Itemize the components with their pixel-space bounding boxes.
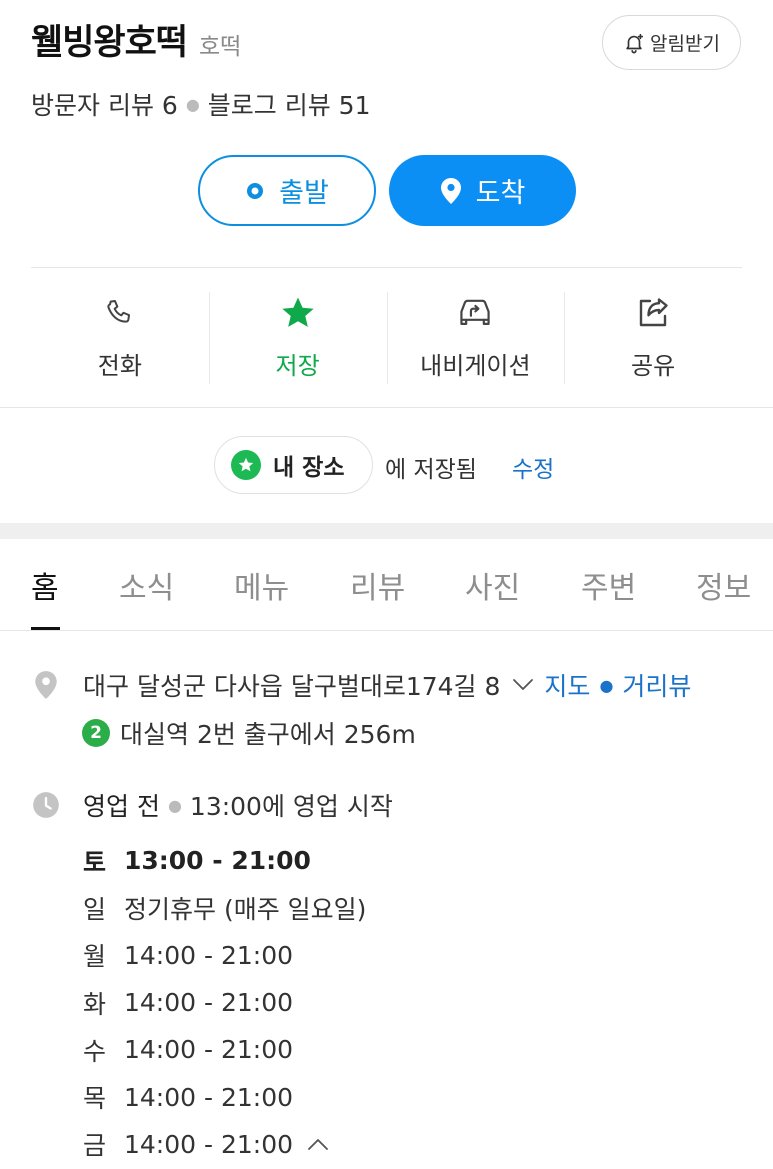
bell-plus-icon	[626, 33, 644, 53]
title-row: 웰빙왕호떡 호떡	[31, 14, 241, 65]
share-action[interactable]: 공유	[564, 292, 742, 384]
schedule-row: 금 14:00 - 21:00	[83, 1121, 366, 1168]
clock-icon	[31, 791, 61, 819]
review-summary: 방문자 리뷰 6 ● 블로그 리뷰 51	[31, 86, 371, 122]
location-pin-icon	[440, 177, 461, 204]
edit-link[interactable]: 수정	[512, 450, 554, 484]
schedule-time: 14:00 - 21:00	[124, 1082, 294, 1112]
map-pin-icon	[31, 670, 61, 700]
place-header: 웰빙왕호떡 호떡 알림받기 방문자 리뷰 6 ● 블로그 리뷰 51	[0, 0, 773, 130]
schedule-day: 월	[83, 942, 107, 972]
share-label: 공유	[631, 352, 676, 380]
share-icon	[635, 292, 671, 334]
schedule-time: 정기휴무 (매주 일요일)	[124, 894, 367, 924]
notify-label: 알림받기	[650, 33, 720, 55]
address-row: 대구 달성군 다사읍 달구벌대로174길 8 지도 ● 거리뷰	[31, 667, 691, 703]
schedule-time: 14:00 - 21:00	[124, 988, 294, 1018]
divider	[31, 267, 742, 268]
tab-reviews[interactable]: 리뷰	[350, 563, 405, 607]
schedule-time: 14:00 - 21:00	[124, 1129, 294, 1159]
tab-bar: 홈 소식 메뉴 리뷰 사진 주변 정보	[0, 539, 773, 631]
save-label: 저장	[275, 352, 320, 380]
schedule-row: 목 14:00 - 21:00	[83, 1073, 366, 1120]
subway-line-badge: 2	[82, 719, 110, 747]
subway-row: 2 대실역 2번 출구에서 256m	[82, 715, 416, 751]
chevron-up-icon[interactable]	[307, 1137, 329, 1151]
my-places-label: 내 장소	[273, 455, 345, 481]
schedule-row: 화 14:00 - 21:00	[83, 979, 366, 1026]
business-status-detail: 13:00에 영업 시작	[189, 792, 393, 821]
phone-icon	[104, 292, 136, 334]
schedule-time: 13:00 - 21:00	[124, 846, 311, 876]
tab-photos[interactable]: 사진	[465, 563, 520, 607]
saved-star-icon	[231, 450, 261, 480]
schedule-day: 토	[83, 847, 107, 877]
map-link[interactable]: 지도	[544, 667, 590, 703]
weekly-schedule: 토 13:00 - 21:00 일 정기휴무 (매주 일요일) 월 14:00 …	[83, 837, 366, 1168]
notify-button[interactable]: 알림받기	[602, 15, 741, 70]
schedule-day: 수	[83, 1036, 107, 1066]
tab-info[interactable]: 정보	[696, 563, 751, 607]
tab-menu[interactable]: 메뉴	[234, 563, 289, 607]
schedule-day: 화	[83, 989, 107, 1019]
action-bar: 전화 저장 내비게이션 공유	[31, 292, 742, 384]
depart-button[interactable]: 출발	[198, 155, 376, 226]
route-buttons: 출발 도착	[0, 155, 773, 227]
visitor-reviews-link[interactable]: 방문자 리뷰 6	[31, 86, 178, 122]
schedule-row: 토 13:00 - 21:00	[83, 837, 366, 884]
saved-status-text: 에 저장됨	[385, 457, 477, 483]
tab-nearby[interactable]: 주변	[581, 563, 636, 607]
arrive-label: 도착	[475, 178, 526, 209]
address-text[interactable]: 대구 달성군 다사읍 달구벌대로174길 8	[83, 667, 500, 703]
tab-home[interactable]: 홈	[31, 563, 59, 607]
schedule-row: 월 14:00 - 21:00	[83, 932, 366, 979]
saved-status-row: 내 장소 에 저장됨 수정	[0, 436, 773, 494]
schedule-row: 일 정기휴무 (매주 일요일)	[83, 884, 366, 931]
call-label: 전화	[97, 352, 142, 380]
my-places-chip[interactable]: 내 장소	[214, 436, 373, 494]
subway-directions: 대실역 2번 출구에서 256m	[120, 720, 416, 749]
separator-dot: ●	[185, 94, 200, 114]
place-name: 웰빙왕호떡	[31, 23, 188, 63]
arrive-button[interactable]: 도착	[389, 155, 576, 226]
blog-reviews-link[interactable]: 블로그 리뷰 51	[208, 86, 371, 122]
place-category: 호떡	[199, 34, 242, 60]
business-hours-row[interactable]: 영업 전 ● 13:00에 영업 시작	[31, 787, 393, 823]
schedule-time: 14:00 - 21:00	[124, 1035, 294, 1065]
tab-news[interactable]: 소식	[119, 563, 174, 607]
star-icon	[279, 292, 317, 334]
navigation-label: 내비게이션	[420, 352, 531, 380]
origin-dot-icon	[247, 182, 264, 199]
save-action[interactable]: 저장	[208, 292, 387, 384]
divider	[0, 407, 773, 408]
schedule-time: 14:00 - 21:00	[124, 940, 294, 970]
navigation-action[interactable]: 내비게이션	[386, 292, 565, 384]
separator-dot: ●	[167, 795, 182, 815]
schedule-day: 금	[83, 1131, 107, 1161]
depart-label: 출발	[279, 178, 329, 209]
section-separator	[0, 523, 773, 539]
street-view-link[interactable]: 거리뷰	[622, 667, 691, 703]
active-tab-indicator	[31, 627, 60, 630]
call-action[interactable]: 전화	[31, 292, 209, 384]
schedule-day: 목	[83, 1084, 107, 1114]
schedule-row: 수 14:00 - 21:00	[83, 1026, 366, 1073]
business-status: 영업 전	[83, 792, 160, 821]
car-icon	[456, 292, 494, 334]
schedule-day: 일	[83, 894, 107, 924]
separator-dot: ●	[599, 675, 614, 695]
chevron-down-icon[interactable]	[512, 678, 534, 692]
